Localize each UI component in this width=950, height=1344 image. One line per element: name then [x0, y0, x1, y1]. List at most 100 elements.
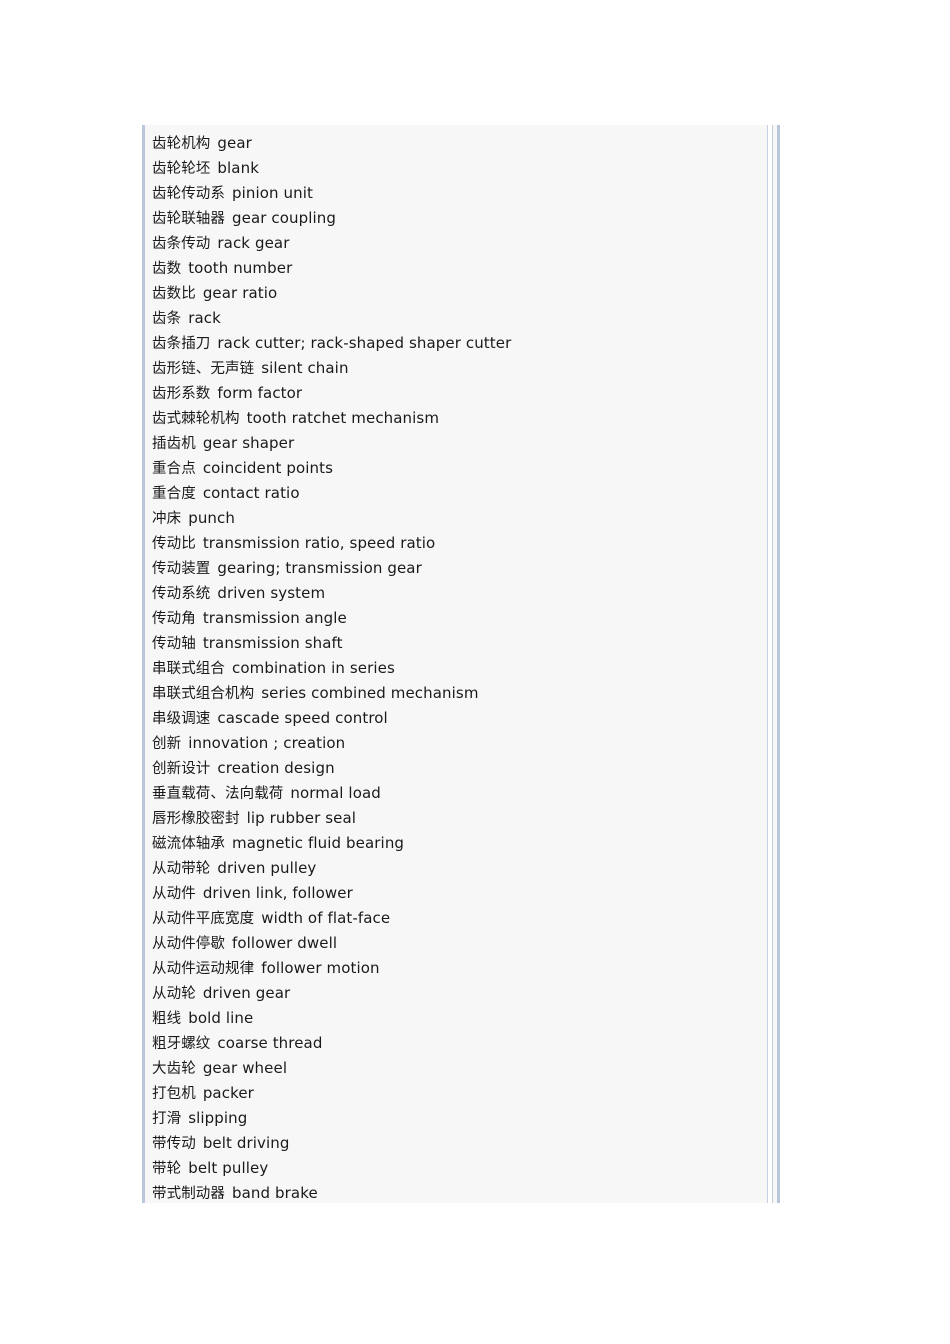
glossary-entry: 传动角 transmission angle — [152, 606, 740, 631]
glossary-entry: 串联式组合 combination in series — [152, 656, 740, 681]
entry-translation: creation design — [217, 759, 335, 777]
entry-translation: pinion unit — [232, 184, 313, 202]
glossary-entry: 从动轮 driven gear — [152, 981, 740, 1006]
glossary-entry: 磁流体轴承 magnetic fluid bearing — [152, 831, 740, 856]
glossary-entry: 齿形系数 form factor — [152, 381, 740, 406]
entry-term: 齿条插刀 — [152, 336, 211, 352]
glossary-entry: 大齿轮 gear wheel — [152, 1056, 740, 1081]
glossary-entry: 粗线 bold line — [152, 1006, 740, 1031]
entry-translation: lip rubber seal — [246, 809, 357, 827]
entry-term: 创新设计 — [152, 761, 211, 777]
entry-translation: tooth ratchet mechanism — [246, 409, 440, 427]
entry-term: 传动角 — [152, 611, 196, 627]
glossary-entry: 从动件 driven link, follower — [152, 881, 740, 906]
entry-translation: tooth number — [188, 259, 293, 277]
entry-translation: follower motion — [261, 959, 380, 977]
glossary-entry: 传动装置 gearing; transmission gear — [152, 556, 740, 581]
glossary-entry: 插齿机 gear shaper — [152, 431, 740, 456]
entry-translation: belt driving — [202, 1134, 290, 1152]
entry-translation: coincident points — [202, 459, 334, 477]
glossary-entry: 齿式棘轮机构 tooth ratchet mechanism — [152, 406, 740, 431]
entry-translation: driven gear — [202, 984, 291, 1002]
entry-translation: driven system — [217, 584, 326, 602]
entry-term: 齿轮轮坯 — [152, 161, 211, 177]
entry-translation: width of flat-face — [261, 909, 391, 927]
glossary-entry: 传动系统 driven system — [152, 581, 740, 606]
entry-translation: innovation ; creation — [188, 734, 346, 752]
glossary-entry: 粗牙螺纹 coarse thread — [152, 1031, 740, 1056]
scrollbar-region[interactable] — [740, 125, 780, 1203]
entry-translation: gear wheel — [202, 1059, 288, 1077]
glossary-entry: 带式制动器 band brake — [152, 1181, 740, 1206]
entry-term: 粗线 — [152, 1011, 182, 1027]
entry-translation: transmission shaft — [202, 634, 343, 652]
glossary-entry: 带轮 belt pulley — [152, 1156, 740, 1181]
entry-term: 打滑 — [152, 1111, 182, 1127]
entry-translation: rack gear — [217, 234, 290, 252]
glossary-entry: 齿形链、无声链 silent chain — [152, 356, 740, 381]
scrollbar-thumb[interactable] — [777, 125, 780, 1203]
entry-term: 插齿机 — [152, 436, 196, 452]
entry-translation: driven link, follower — [202, 884, 353, 902]
entry-translation: packer — [202, 1084, 254, 1102]
entry-translation: driven pulley — [217, 859, 317, 877]
entry-term: 带式制动器 — [152, 1186, 225, 1202]
entry-term: 串联式组合 — [152, 661, 225, 677]
glossary-entry: 齿轮传动系 pinion unit — [152, 181, 740, 206]
entry-term: 齿轮联轴器 — [152, 211, 225, 227]
entry-term: 从动件 — [152, 886, 196, 902]
entry-translation: belt pulley — [188, 1159, 269, 1177]
entry-term: 齿数 — [152, 261, 182, 277]
entry-term: 传动轴 — [152, 636, 196, 652]
entry-term: 垂直载荷、法向载荷 — [152, 786, 284, 802]
glossary-entry: 串级调速 cascade speed control — [152, 706, 740, 731]
glossary-entry: 串联式组合机构 series combined mechanism — [152, 681, 740, 706]
entry-term: 重合度 — [152, 486, 196, 502]
glossary-panel: 齿轮机构 gear 齿轮轮坯 blank 齿轮传动系 pinion unit 齿轮联轴器 ge… — [142, 125, 780, 1203]
entry-translation: punch — [188, 509, 235, 527]
glossary-entry: 带传动 belt driving — [152, 1131, 740, 1156]
entry-translation: gearing; transmission gear — [217, 559, 422, 577]
entry-term: 打包机 — [152, 1086, 196, 1102]
entry-translation: rack — [188, 309, 221, 327]
entry-term: 粗牙螺纹 — [152, 1036, 211, 1052]
entry-term: 带轮 — [152, 1161, 182, 1177]
entry-translation: series combined mechanism — [261, 684, 479, 702]
glossary-entry: 传动比 transmission ratio, speed ratio — [152, 531, 740, 556]
glossary-entry: 冲床 punch — [152, 506, 740, 531]
glossary-entry: 垂直载荷、法向载荷 normal load — [152, 781, 740, 806]
glossary-entry: 创新设计 creation design — [152, 756, 740, 781]
glossary-entry: 重合点 coincident points — [152, 456, 740, 481]
glossary-entry: 齿轮轮坯 blank — [152, 156, 740, 181]
glossary-entry: 从动件平底宽度 width of flat-face — [152, 906, 740, 931]
entry-translation: contact ratio — [202, 484, 300, 502]
glossary-entry: 齿轮联轴器 gear coupling — [152, 206, 740, 231]
entry-translation: gear — [217, 134, 252, 152]
glossary-entry: 传动轴 transmission shaft — [152, 631, 740, 656]
glossary-entry: 从动件停歇 follower dwell — [152, 931, 740, 956]
glossary-entry: 打滑 slipping — [152, 1106, 740, 1131]
glossary-entry: 齿条传动 rack gear — [152, 231, 740, 256]
scrollbar-track[interactable] — [767, 125, 773, 1203]
entry-term: 齿轮传动系 — [152, 186, 225, 202]
entry-term: 带传动 — [152, 1136, 196, 1152]
entry-term: 从动件运动规律 — [152, 961, 255, 977]
glossary-entry: 从动带轮 driven pulley — [152, 856, 740, 881]
entry-term: 从动轮 — [152, 986, 196, 1002]
glossary-entry: 齿条插刀 rack cutter; rack-shaped shaper cutt… — [152, 331, 740, 356]
entry-term: 齿形链、无声链 — [152, 361, 255, 377]
entry-translation: band brake — [232, 1184, 318, 1202]
entry-term: 从动件平底宽度 — [152, 911, 255, 927]
entry-term: 传动装置 — [152, 561, 211, 577]
entry-translation: gear shaper — [202, 434, 295, 452]
entry-term: 串级调速 — [152, 711, 211, 727]
entry-translation: rack cutter; rack-shaped shaper cutter — [217, 334, 512, 352]
glossary-entry: 齿轮机构 gear — [152, 131, 740, 156]
entry-translation: transmission ratio, speed ratio — [202, 534, 436, 552]
entry-translation: follower dwell — [232, 934, 338, 952]
entry-term: 传动系统 — [152, 586, 211, 602]
entry-term: 传动比 — [152, 536, 196, 552]
entry-translation: combination in series — [232, 659, 395, 677]
entry-term: 齿条传动 — [152, 236, 211, 252]
glossary-entry: 齿数 tooth number — [152, 256, 740, 281]
